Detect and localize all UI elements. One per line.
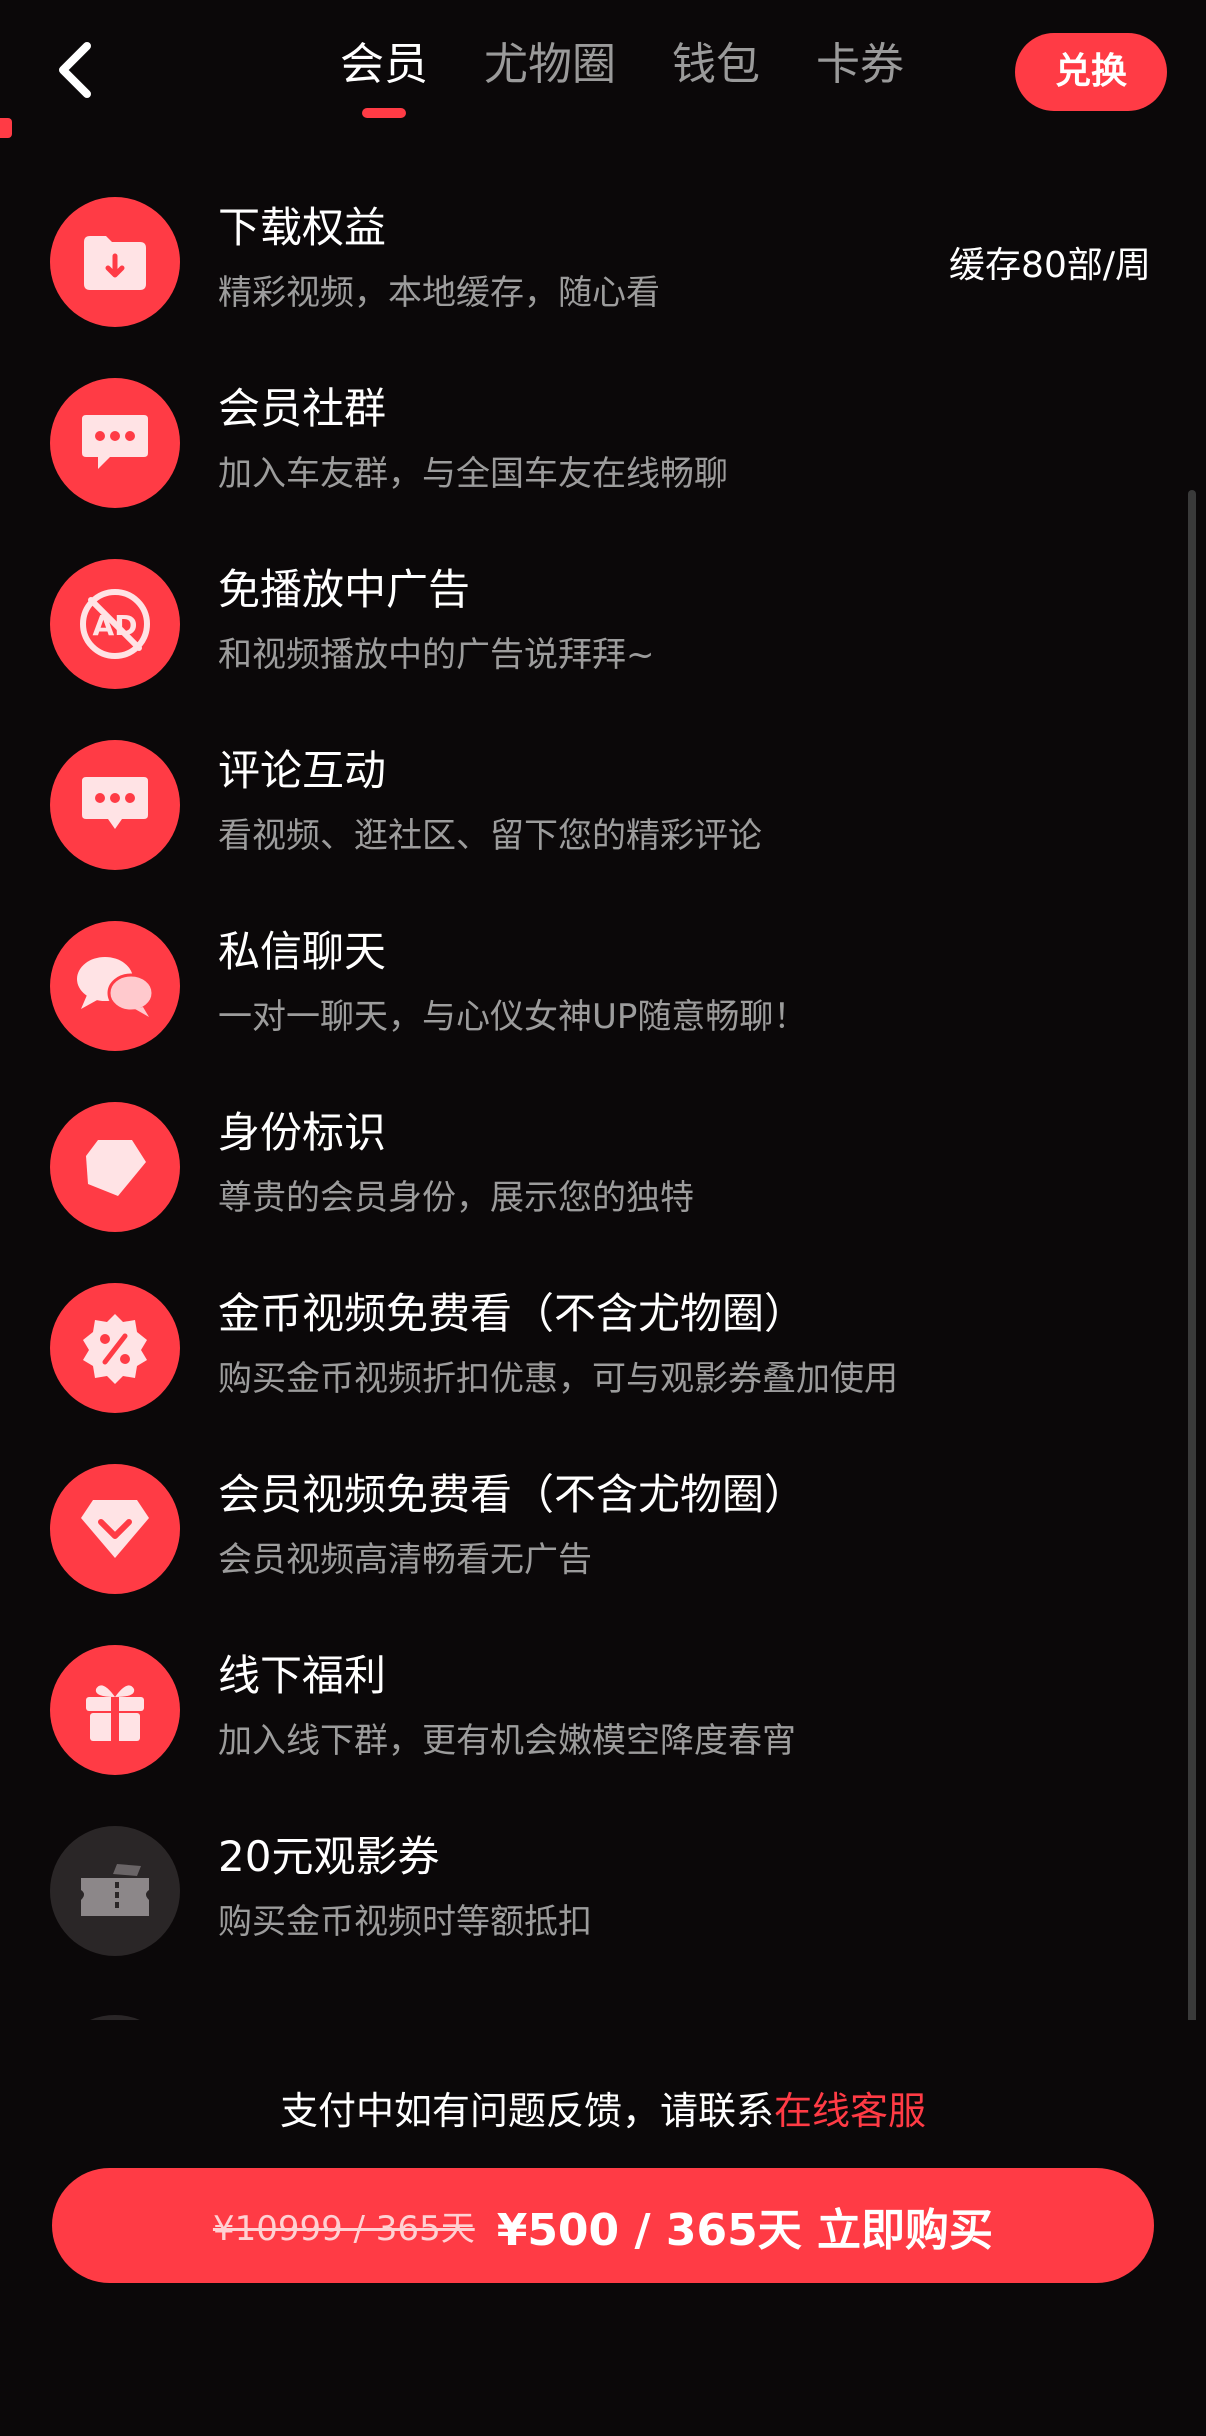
benefit-description: 会员视频高清畅看无广告: [218, 1540, 592, 1580]
scrollbar[interactable]: [1188, 490, 1196, 2200]
benefit-list: 下载权益 精彩视频，本地缓存，随心看 缓存80部/周 会员社群 加入车友群，与全…: [0, 180, 1206, 1990]
benefit-item-identity: 身份标识 尊贵的会员身份，展示您的独特: [0, 1085, 1206, 1266]
benefit-item-comments: 评论互动 看视频、逛社区、留下您的精彩评论: [0, 723, 1206, 904]
tab-label: 会员: [340, 39, 428, 90]
benefit-description: 精彩视频，本地缓存，随心看: [218, 273, 660, 313]
original-price: ¥10999 / 365天: [212, 2209, 475, 2249]
svg-text:AD: AD: [93, 609, 138, 642]
vip-benefits-page: 会员 尤物圈 钱包 卡券 兑换 下载权益 精彩视频，本地缓存，随心看 缓存80部…: [0, 0, 1206, 2436]
diamond-icon: [50, 1464, 180, 1594]
benefit-title: 评论互动: [218, 746, 387, 795]
chevron-left-icon: [59, 42, 91, 98]
top-nav-bar: 会员 尤物圈 钱包 卡券 兑换: [0, 0, 1206, 140]
benefit-description: 看视频、逛社区、留下您的精彩评论: [218, 816, 762, 856]
benefit-description: 尊贵的会员身份，展示您的独特: [218, 1178, 694, 1218]
benefit-description: 购买金币视频折扣优惠，可与观影券叠加使用: [218, 1359, 898, 1399]
scrolled-content-edge: [0, 118, 12, 138]
benefit-item-coin-video: 金币视频免费看（不含尤物圈） 购买金币视频折扣优惠，可与观影券叠加使用: [0, 1266, 1206, 1447]
buy-now-button[interactable]: ¥10999 / 365天 ¥500 / 365天 立即购买: [52, 2168, 1154, 2283]
buy-label: ¥500 / 365天 立即购买: [496, 2204, 994, 2256]
no-ad-icon: AD: [50, 559, 180, 689]
benefit-description: 加入线下群，更有机会嫩模空降度春宵: [218, 1721, 796, 1761]
benefit-title: 金币视频免费看（不含尤物圈）: [218, 1289, 807, 1338]
benefit-title: 会员社群: [218, 384, 387, 433]
benefit-title: 免播放中广告: [218, 565, 471, 614]
private-message-icon: [50, 921, 180, 1051]
benefit-quota: 缓存80部/周: [949, 245, 1151, 286]
folder-download-icon: [50, 197, 180, 327]
back-button[interactable]: [40, 30, 110, 110]
benefit-item-vip-video: 会员视频免费看（不含尤物圈） 会员视频高清畅看无广告: [0, 1447, 1206, 1628]
tab-label: 卡券: [816, 39, 904, 90]
benefit-description: 加入车友群，与全国车友在线畅聊: [218, 454, 728, 494]
tab-label: 钱包: [672, 39, 760, 90]
benefit-item-ticket: 20元观影券 购买金币视频时等额抵扣: [0, 1809, 1206, 1990]
tab-label: 尤物圈: [484, 39, 616, 90]
tab-wallet[interactable]: 钱包: [672, 30, 760, 100]
discount-badge-icon: [50, 1283, 180, 1413]
purchase-footer: 支付中如有问题反馈，请联系在线客服 ¥10999 / 365天 ¥500 / 3…: [0, 2020, 1206, 2436]
online-support-link[interactable]: 在线客服: [774, 2089, 926, 2133]
benefit-title: 线下福利: [218, 1651, 387, 1700]
chat-bubble-icon: [50, 378, 180, 508]
benefit-item-no-ads: AD 免播放中广告 和视频播放中的广告说拜拜~: [0, 542, 1206, 723]
tab-bar: 会员 尤物圈 钱包 卡券: [340, 30, 960, 118]
payment-help-text: 支付中如有问题反馈，请联系在线客服: [0, 2080, 1206, 2135]
tab-membership[interactable]: 会员: [340, 30, 428, 118]
benefit-description: 一对一聊天，与心仪女神UP随意畅聊！: [218, 997, 808, 1037]
redeem-button[interactable]: 兑换: [1015, 33, 1167, 111]
comment-icon: [50, 740, 180, 870]
benefit-item-offline: 线下福利 加入线下群，更有机会嫩模空降度春宵: [0, 1628, 1206, 1809]
benefit-title: 20元观影券: [218, 1832, 440, 1881]
tab-coupons[interactable]: 卡券: [816, 30, 904, 100]
benefit-title: 私信聊天: [218, 927, 387, 976]
benefit-item-private-chat: 私信聊天 一对一聊天，与心仪女神UP随意畅聊！: [0, 904, 1206, 1085]
identity-badge-icon: [50, 1102, 180, 1232]
tab-active-indicator: [362, 108, 406, 118]
benefit-item-community: 会员社群 加入车友群，与全国车友在线畅聊: [0, 361, 1206, 542]
tab-youwu-circle[interactable]: 尤物圈: [484, 30, 616, 100]
help-prefix: 支付中如有问题反馈，请联系: [279, 2089, 774, 2133]
gift-icon: [50, 1645, 180, 1775]
benefit-description: 和视频播放中的广告说拜拜~: [218, 635, 655, 675]
benefit-title: 下载权益: [218, 203, 387, 252]
ticket-icon: [50, 1826, 180, 1956]
benefit-item-download: 下载权益 精彩视频，本地缓存，随心看 缓存80部/周: [0, 180, 1206, 361]
benefit-title: 会员视频免费看（不含尤物圈）: [218, 1470, 807, 1519]
benefit-description: 购买金币视频时等额抵扣: [218, 1902, 592, 1942]
benefit-title: 身份标识: [218, 1108, 387, 1157]
